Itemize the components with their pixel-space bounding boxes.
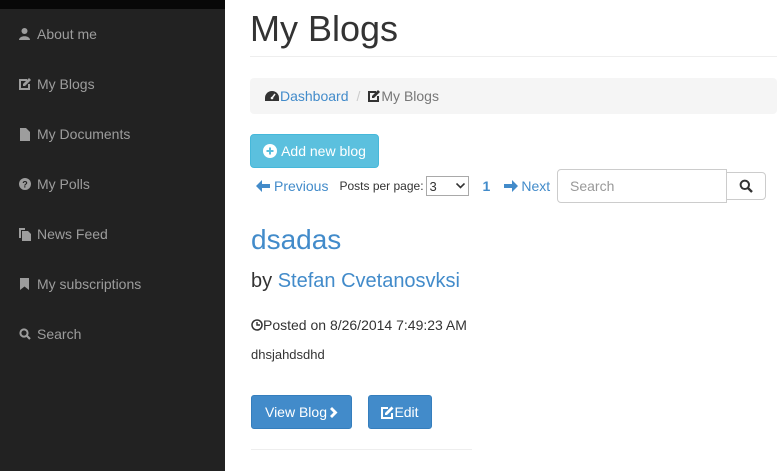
add-new-blog-label: Add new blog (281, 143, 366, 159)
user-icon (18, 27, 31, 41)
sidebar-item-my-polls[interactable]: ? My Polls (0, 159, 225, 209)
pager: Previous Posts per page: 3 1 Next (256, 176, 550, 196)
search-placeholder: Search (570, 178, 615, 194)
breadcrumb-separator: / (356, 88, 361, 104)
search-button[interactable] (726, 172, 766, 200)
sidebar-nav: About me My Blogs My Documents ? My Poll… (0, 9, 225, 359)
arrow-right-icon (504, 180, 519, 192)
edit-icon (381, 406, 394, 419)
sidebar-item-about-me[interactable]: About me (0, 9, 225, 59)
page-title: My Blogs (250, 8, 399, 49)
author-link[interactable]: Stefan Cvetanosvksi (278, 270, 460, 292)
search-icon (18, 327, 31, 341)
files-icon (18, 227, 31, 241)
sidebar-item-label: My Polls (37, 176, 90, 192)
edit-icon (368, 90, 381, 102)
byline-prefix: by (251, 270, 273, 292)
sidebar-item-search[interactable]: Search (0, 309, 225, 359)
blog-post-title[interactable]: dsadas (251, 222, 341, 258)
chevron-down-icon (455, 183, 465, 189)
posts-per-page-value: 3 (429, 178, 437, 194)
chevron-right-icon (330, 406, 338, 418)
sidebar-item-my-blogs[interactable]: My Blogs (0, 59, 225, 109)
svg-text:?: ? (22, 180, 28, 190)
posts-per-page-select[interactable]: 3 (425, 176, 469, 196)
sidebar-item-label: My Documents (37, 126, 131, 142)
question-circle-icon: ? (18, 177, 31, 191)
blog-post-date: Posted on 8/26/2014 7:49:23 AM (251, 317, 467, 333)
sidebar-item-label: About me (37, 26, 97, 42)
blog-post-byline: by Stefan Cvetanosvksi (251, 268, 460, 294)
post-divider (251, 449, 472, 450)
breadcrumb: Dashboard / My Blogs (250, 78, 777, 114)
edit-label: Edit (394, 404, 419, 420)
clock-icon (251, 319, 263, 331)
sidebar: About me My Blogs My Documents ? My Poll… (0, 0, 225, 471)
posts-per-page-label: Posts per page: (339, 179, 424, 193)
current-page-number[interactable]: 1 (483, 178, 491, 194)
sidebar-item-label: Search (37, 326, 82, 342)
next-label: Next (521, 178, 551, 194)
previous-page-link[interactable]: Previous (256, 178, 328, 194)
search-input[interactable]: Search (557, 169, 727, 203)
view-blog-label: View Blog (264, 404, 327, 420)
title-divider (250, 56, 777, 57)
edit-blog-button[interactable]: Edit (368, 395, 432, 429)
blog-post-body: dhsjahdsdhd (251, 347, 325, 362)
search-icon (739, 179, 753, 193)
sidebar-item-label: My subscriptions (37, 276, 142, 292)
arrow-left-icon (256, 180, 270, 192)
sidebar-item-my-subscriptions[interactable]: My subscriptions (0, 259, 225, 309)
file-icon (18, 127, 31, 141)
view-blog-button[interactable]: View Blog (251, 395, 352, 429)
sidebar-item-label: News Feed (37, 226, 108, 242)
previous-label: Previous (274, 178, 329, 194)
add-new-blog-button[interactable]: Add new blog (250, 134, 379, 168)
breadcrumb-dashboard-link[interactable]: Dashboard (265, 88, 349, 104)
breadcrumb-current-label: My Blogs (381, 88, 439, 104)
sidebar-top-bar (0, 0, 225, 9)
breadcrumb-dashboard-label: Dashboard (280, 88, 349, 104)
sidebar-item-my-documents[interactable]: My Documents (0, 109, 225, 159)
next-page-link[interactable]: Next (504, 178, 550, 194)
sidebar-item-label: My Blogs (37, 76, 95, 92)
bookmark-icon (18, 277, 31, 291)
plus-circle-icon (263, 144, 278, 158)
breadcrumb-current: My Blogs (368, 88, 439, 104)
dashboard-icon (265, 91, 279, 101)
sidebar-item-news-feed[interactable]: News Feed (0, 209, 225, 259)
posted-on-text: Posted on 8/26/2014 7:49:23 AM (263, 317, 467, 333)
edit-icon (18, 77, 31, 91)
